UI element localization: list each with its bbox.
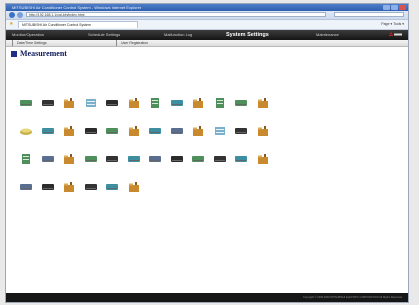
folder-icon[interactable]	[192, 126, 204, 136]
outdoor-unit-icon[interactable]	[149, 98, 161, 108]
page-title: Measurement	[11, 49, 67, 58]
copyright-text: Copyright © 2005-2009 MITSUBISHI ELECTRI…	[302, 296, 402, 299]
indoor-unit-icon[interactable]	[235, 154, 247, 164]
favorites-star-icon[interactable]: ★	[9, 22, 13, 27]
folder-icon[interactable]	[128, 98, 140, 108]
indoor-unit-icon[interactable]	[84, 154, 97, 164]
submenu-user-registration[interactable]: User Registration	[116, 40, 148, 46]
menu-schedule-settings[interactable]: Schedule Settings	[88, 30, 120, 40]
sub-menu: Date/Time Settings User Registration	[6, 40, 408, 47]
indoor-unit-icon[interactable]	[84, 182, 97, 192]
close-icon[interactable]	[399, 5, 406, 10]
main-menu: Monitor/Operation Schedule Settings Malf…	[6, 30, 408, 40]
indoor-unit-icon[interactable]	[149, 126, 161, 136]
indoor-unit-icon[interactable]	[41, 154, 54, 164]
tab-bar: ★ MITSUBISHI Air Conditioner Control Sys…	[6, 20, 408, 30]
back-icon[interactable]	[9, 12, 15, 18]
indoor-unit-icon[interactable]	[84, 126, 97, 136]
folder-icon[interactable]	[257, 154, 269, 164]
folder-icon[interactable]	[257, 98, 269, 108]
browser-tab[interactable]: MITSUBISHI Air Conditioner Control Syste…	[18, 21, 138, 28]
sensor-icon[interactable]	[20, 126, 32, 136]
folder-icon[interactable]	[128, 182, 140, 192]
indoor-unit-icon[interactable]	[170, 98, 183, 108]
indoor-unit-icon[interactable]	[235, 98, 247, 108]
folder-icon[interactable]	[128, 126, 140, 136]
folder-icon[interactable]	[192, 98, 204, 108]
menu-system-settings[interactable]: System Settings	[226, 30, 269, 40]
folder-icon[interactable]	[63, 154, 75, 164]
url-input[interactable]: http://192.168.1.1/cgi-bin/index.html	[26, 12, 326, 17]
mitsubishi-logo-icon	[389, 32, 402, 36]
indoor-unit-icon[interactable]	[41, 182, 54, 192]
lossnay-icon[interactable]	[85, 98, 97, 108]
indoor-unit-icon[interactable]	[213, 154, 226, 164]
indoor-unit-icon[interactable]	[170, 154, 183, 164]
indoor-unit-icon[interactable]	[127, 154, 140, 164]
maximize-icon[interactable]	[391, 5, 398, 10]
address-bar: http://192.168.1.1/cgi-bin/index.html	[6, 11, 408, 20]
indoor-unit-icon[interactable]	[149, 154, 161, 164]
menu-monitor-operation[interactable]: Monitor/Operation	[12, 30, 44, 40]
forward-icon[interactable]	[17, 12, 23, 18]
footer: Copyright © 2005-2009 MITSUBISHI ELECTRI…	[6, 293, 408, 302]
indoor-unit-icon[interactable]	[235, 126, 247, 136]
indoor-unit-icon[interactable]	[192, 154, 204, 164]
menu-maintenance[interactable]: Maintenance	[316, 30, 339, 40]
toolbar-commands[interactable]: Page ▾ Tools ▾	[381, 22, 404, 27]
indoor-unit-icon[interactable]	[170, 126, 183, 136]
indoor-unit-icon[interactable]	[20, 182, 32, 192]
browser-window: MITSUBISHI Air Conditioner Control Syste…	[6, 4, 408, 302]
indoor-unit-icon[interactable]	[106, 182, 118, 192]
outdoor-unit-icon[interactable]	[20, 154, 32, 164]
window-title: MITSUBISHI Air Conditioner Control Syste…	[12, 5, 142, 10]
menu-malfunction-log[interactable]: Malfunction Log	[164, 30, 192, 40]
indoor-unit-icon[interactable]	[106, 98, 118, 108]
folder-icon[interactable]	[63, 182, 75, 192]
minimize-icon[interactable]	[383, 5, 390, 10]
title-square-icon	[11, 50, 17, 57]
lossnay-icon[interactable]	[214, 126, 226, 136]
indoor-unit-icon[interactable]	[106, 126, 118, 136]
indoor-unit-icon[interactable]	[41, 98, 54, 108]
indoor-unit-icon[interactable]	[41, 126, 54, 136]
folder-icon[interactable]	[63, 98, 75, 108]
search-input[interactable]	[334, 12, 404, 17]
folder-icon[interactable]	[63, 126, 75, 136]
folder-icon[interactable]	[257, 126, 269, 136]
indoor-unit-icon[interactable]	[20, 98, 32, 108]
submenu-date-time[interactable]: Date/Time Settings	[12, 40, 47, 46]
indoor-unit-icon[interactable]	[106, 154, 118, 164]
outdoor-unit-icon[interactable]	[214, 98, 226, 108]
window-titlebar: MITSUBISHI Air Conditioner Control Syste…	[6, 4, 408, 11]
